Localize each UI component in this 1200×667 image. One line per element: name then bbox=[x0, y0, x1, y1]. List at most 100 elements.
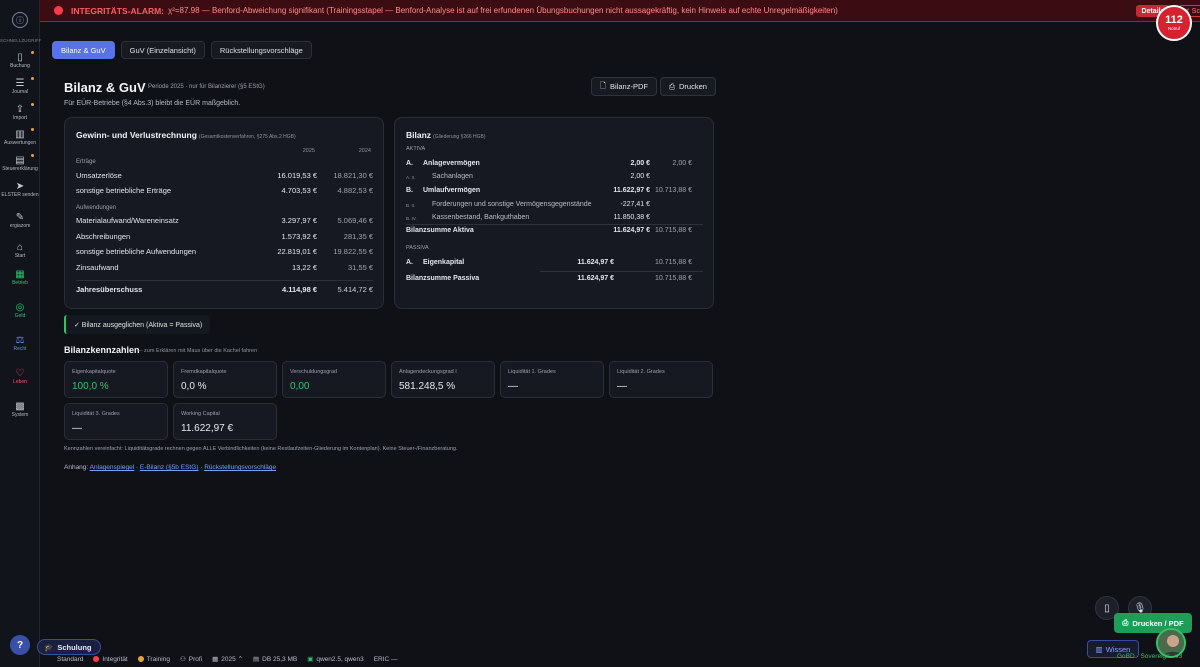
sidebar-item-journal[interactable]: ☰ Journal bbox=[0, 77, 40, 96]
link-e-bilanz[interactable]: E-Bilanz (§5b EStG) bbox=[140, 464, 199, 471]
sidebar-item-import[interactable]: ⇪ Import bbox=[0, 103, 40, 122]
printer-icon: ⎙ bbox=[1122, 618, 1129, 627]
kpi-tile[interactable]: Verschuldungsgrad 0,00 bbox=[282, 361, 386, 398]
table-row: sonstige betriebliche Erträge 4.703,53 €4… bbox=[76, 186, 373, 195]
guv-card: Gewinn- und Verlustrechnung (Gesamtkosten… bbox=[64, 117, 384, 309]
schulung-button[interactable]: 🎓 Schulung bbox=[37, 639, 101, 655]
link-rueckstellungsvorschlaege[interactable]: Rückstellungsvorschläge bbox=[204, 464, 276, 471]
emergency-badge[interactable]: 112 Notruf bbox=[1156, 5, 1192, 41]
guv-total-row: Jahresüberschuss 4.114,98 €5.414,72 € bbox=[76, 285, 373, 294]
divider bbox=[76, 280, 373, 281]
database-icon: ▤ bbox=[253, 656, 260, 663]
kpi-tile[interactable]: Anlagendeckungsgrad I 581.248,5 % bbox=[391, 361, 495, 398]
bilanz-title: Bilanz (Gliederung §266 HGB) bbox=[406, 130, 486, 140]
hat-icon: 🎓 bbox=[44, 642, 54, 652]
status-integritaet[interactable]: Integrität bbox=[93, 656, 128, 663]
page-title: Bilanz & GuV bbox=[64, 80, 146, 95]
guv-col-2024: 2024 bbox=[358, 148, 371, 154]
sidebar-item-auswertungen[interactable]: ▥ Auswertungen bbox=[0, 128, 40, 147]
file-icon: 🗋 bbox=[600, 81, 607, 90]
alert-text: χ²=87.98 — Benford-Abweichung signifikan… bbox=[168, 6, 838, 15]
bar-chart-icon: ▥ bbox=[15, 129, 25, 140]
money-icon: ◎ bbox=[15, 302, 25, 313]
user-icon: ⚇ bbox=[179, 656, 186, 663]
status-standard[interactable]: Standard bbox=[57, 656, 83, 663]
status-db: ▤ DB 25,3 MB bbox=[253, 655, 298, 664]
tab-bilanz-guv[interactable]: Bilanz & GuV bbox=[52, 41, 115, 59]
table-row: A. Eigenkapital 11.624,97 €10.715,88 € bbox=[406, 259, 692, 266]
view-tabs: Bilanz & GuV GuV (Einzelansicht) Rückste… bbox=[52, 41, 312, 59]
home-icon: ⌂ bbox=[16, 242, 24, 253]
integrity-alert-bar: INTEGRITÄTS-ALARM: χ²=87.98 — Benford-Ab… bbox=[40, 0, 1200, 22]
sidebar-item-recht[interactable]: ⚖ Recht bbox=[0, 335, 40, 353]
table-row: Abschreibungen 1.573,92 €281,35 € bbox=[76, 232, 373, 241]
heart-icon: ♡ bbox=[15, 368, 25, 379]
sidebar-item-leben[interactable]: ♡ Leben bbox=[0, 368, 40, 386]
printer-icon: ⎙ bbox=[669, 81, 675, 91]
table-row: Zinsaufwand 13,22 €31,55 € bbox=[76, 263, 373, 272]
grid-icon: ▩ bbox=[15, 401, 25, 412]
sidebar-item-elster[interactable]: ➤ ELSTER senden bbox=[0, 181, 40, 199]
bilanz-pdf-button[interactable]: 🗋 Bilanz-PDF bbox=[591, 77, 657, 96]
pencil-icon: ✎ bbox=[15, 212, 25, 223]
status-bar: Standard Integrität Training ⚇ Profi ▦ 202… bbox=[40, 651, 1200, 667]
table-row: A. Anlagevermögen 2,00 €2,00 € bbox=[406, 160, 692, 167]
knowledge-icon: ▥ bbox=[1095, 644, 1103, 654]
kpi-tile[interactable]: Eigenkapitalquote 100,0 % bbox=[64, 361, 168, 398]
drucken-pdf-button[interactable]: ⎙ Drucken / PDF bbox=[1114, 613, 1192, 633]
sidebar-item-system[interactable]: ▩ System bbox=[0, 401, 40, 419]
passiva-label: PASSIVA bbox=[406, 245, 429, 251]
briefcase-icon: ▦ bbox=[15, 269, 25, 280]
status-training[interactable]: Training bbox=[137, 656, 170, 663]
alert-title: INTEGRITÄTS-ALARM: bbox=[71, 5, 165, 16]
summe-aktiva-row: Bilanzsumme Aktiva 11.624,97 €10.715,88 € bbox=[406, 227, 692, 234]
upload-icon: ⇪ bbox=[15, 104, 25, 115]
scales-icon: ⚖ bbox=[15, 335, 25, 346]
sidebar-item-ergiazom[interactable]: ✎ ergiazom bbox=[0, 212, 40, 230]
link-anlagenspiegel[interactable]: Anlagenspiegel bbox=[90, 464, 134, 471]
sidebar: ⓘ SCHNELLZUGRIFF ▯ Buchung ☰ Journal ⇪ Impo… bbox=[0, 0, 42, 667]
page-subtitle: Periode 2025 · nur für Bilanzierer (§5 E… bbox=[148, 84, 265, 90]
form-icon: ▤ bbox=[15, 155, 25, 166]
help-button[interactable]: ? bbox=[10, 635, 30, 655]
send-icon: ➤ bbox=[15, 181, 25, 192]
kpi-tile[interactable]: Liquidität 1. Grades — bbox=[500, 361, 604, 398]
table-row: B. Umlaufvermögen 11.622,97 €10.713,88 € bbox=[406, 187, 692, 194]
alert-icon bbox=[54, 6, 63, 15]
sidebar-item-start[interactable]: ⌂ Start bbox=[0, 242, 40, 260]
table-row: sonstige betriebliche Aufwendungen 22.819… bbox=[76, 247, 373, 256]
sidebar-item-steuererklaerung[interactable]: ▤ Steuererklärung bbox=[0, 154, 40, 173]
calendar-icon: ▦ bbox=[212, 656, 219, 663]
kennzahlen-subtitle: — zum Erklären mit Maus über die Kachel … bbox=[137, 348, 258, 354]
bilanz-card: Bilanz (Gliederung §266 HGB) AKTIVA A. Anl… bbox=[394, 117, 714, 309]
gobd-status: GoBD · Sovereign · v3 bbox=[1117, 653, 1183, 660]
aktiva-label: AKTIVA bbox=[406, 146, 426, 152]
sidebar-item-betrieb[interactable]: ▦ Betrieb bbox=[0, 269, 40, 287]
table-row: Materialaufwand/Wareneinsatz 3.297,97 €5.… bbox=[76, 216, 373, 225]
print-button[interactable]: ⎙ Drucken bbox=[660, 77, 716, 96]
sidebar-item-geld[interactable]: ◎ Geld bbox=[0, 302, 40, 320]
guv-title: Gewinn- und Verlustrechnung (Gesamtkosten… bbox=[76, 130, 296, 140]
tab-guv-einzelansicht[interactable]: GuV (Einzelansicht) bbox=[120, 41, 205, 59]
document-icon: ▯ bbox=[17, 52, 23, 63]
kpi-tile[interactable]: Fremdkapitalquote 0,0 % bbox=[173, 361, 277, 398]
appendix-links: Anhang: Anlagenspiegel · E-Bilanz (§5b E… bbox=[64, 464, 277, 471]
table-row: B. II. Forderungen und sonstige Vermögens… bbox=[406, 201, 650, 208]
kennzahlen-footnote: Kennzahlen vereinfacht: Liquiditätsgrade… bbox=[64, 446, 458, 452]
chip-icon: ▣ bbox=[307, 656, 314, 663]
sidebar-item-buchung[interactable]: ▯ Buchung bbox=[0, 51, 40, 70]
kpi-tile[interactable]: Liquidität 2. Grades — bbox=[609, 361, 713, 398]
status-profi[interactable]: ⚇ Profi bbox=[179, 655, 202, 664]
status-models: ▣ qwen2.5, qwen3 bbox=[307, 655, 364, 664]
app-logo-icon[interactable]: ⓘ bbox=[12, 12, 28, 28]
divider bbox=[540, 271, 703, 272]
summe-passiva-row: Bilanzsumme Passiva 11.624,97 €10.715,88 … bbox=[406, 275, 692, 282]
balance-check-badge: ✓ Bilanz ausgeglichen (Aktiva = Passiva) bbox=[64, 315, 211, 334]
guv-section-aufwendungen: Aufwendungen bbox=[76, 205, 117, 211]
status-year[interactable]: ▦ 2025 ⌃ bbox=[212, 655, 243, 663]
guv-col-2025: 2025 bbox=[302, 148, 315, 154]
kpi-tile[interactable]: Liquidität 3. Grades — bbox=[64, 403, 168, 440]
kpi-tile[interactable]: Working Capital 11.622,97 € bbox=[173, 403, 277, 440]
tab-rueckstellungsvorschlaege[interactable]: Rückstellungsvorschläge bbox=[210, 41, 312, 59]
list-icon: ☰ bbox=[15, 78, 25, 89]
